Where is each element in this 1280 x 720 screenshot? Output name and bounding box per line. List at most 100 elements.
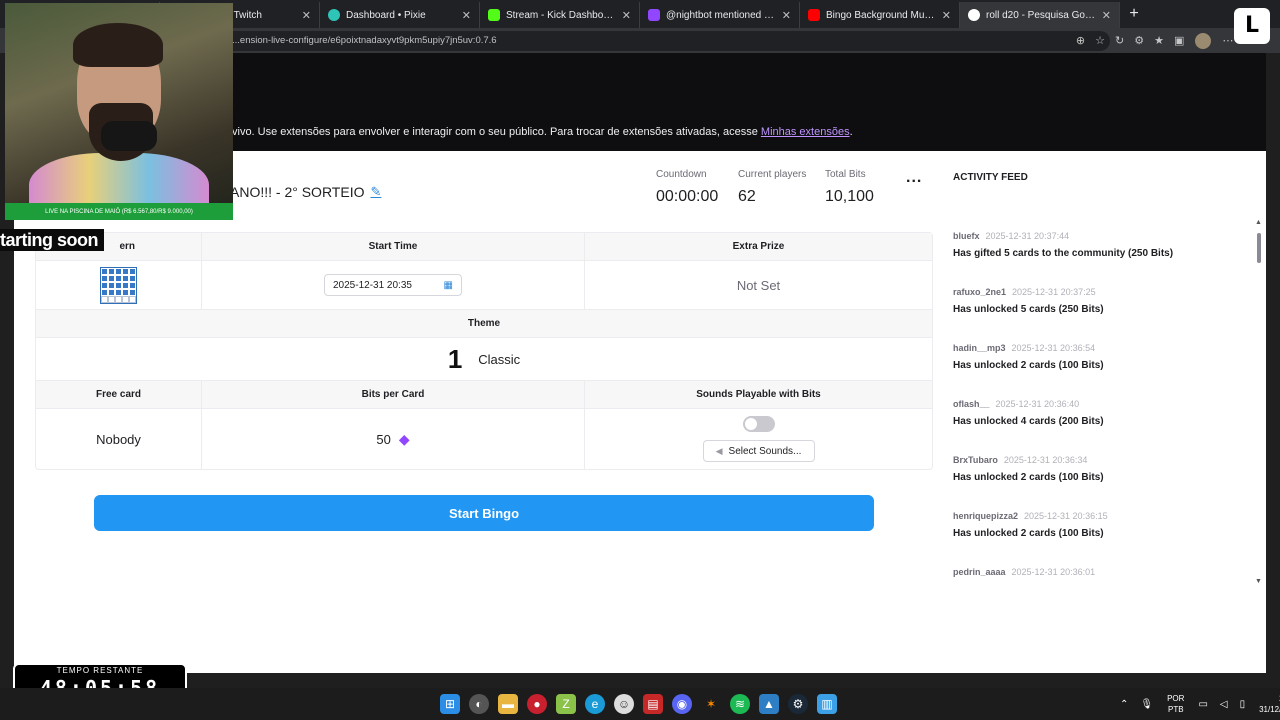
pattern-square[interactable] [122, 274, 129, 282]
network-icon[interactable]: ▭ [1198, 699, 1207, 710]
volume-icon[interactable]: ◁ [1220, 699, 1228, 710]
more-menu-icon[interactable]: ⋯ [1222, 34, 1233, 47]
channel-logo-icon: L [1234, 8, 1270, 44]
pattern-square[interactable] [108, 267, 115, 275]
pattern-square[interactable] [129, 295, 136, 303]
app-red-icon[interactable]: ● [527, 694, 547, 714]
clock[interactable]: 20:37 31/12/2025 [1259, 693, 1280, 715]
new-tab-button[interactable]: + [1120, 2, 1148, 28]
notepad-icon[interactable]: ▥ [817, 694, 837, 714]
refresh-icon[interactable]: ↻ [1115, 34, 1124, 47]
more-options-button[interactable]: ... [906, 169, 922, 187]
lang-bottom: PTB [1167, 705, 1184, 714]
pattern-square[interactable] [101, 267, 108, 275]
bookmark-star-icon[interactable]: ☆ [1095, 34, 1105, 47]
spotify-icon[interactable]: ≋ [730, 694, 750, 714]
profile-avatar[interactable] [1195, 32, 1212, 49]
file-explorer-icon[interactable]: ▬ [498, 694, 518, 714]
theme-cell[interactable]: 1 Classic [36, 338, 932, 380]
pattern-square[interactable] [129, 288, 136, 296]
scroll-down-icon[interactable]: ▼ [1255, 578, 1262, 585]
close-icon[interactable]: ✕ [1102, 9, 1111, 22]
pattern-square[interactable] [115, 281, 122, 289]
pattern-square[interactable] [122, 295, 129, 303]
close-icon[interactable]: ✕ [622, 9, 631, 22]
start-time-input[interactable]: 2025-12-31 20:35 ▦ [324, 274, 462, 296]
my-extensions-link[interactable]: Minhas extensões [761, 126, 850, 138]
pattern-square[interactable] [129, 281, 136, 289]
pattern-square[interactable] [108, 274, 115, 282]
extensions-icon[interactable]: ⚙ [1134, 34, 1144, 47]
close-icon[interactable]: ✕ [942, 9, 951, 22]
start-bingo-button[interactable]: Start Bingo [94, 495, 874, 531]
windows-start-icon[interactable]: ⊞ [440, 694, 460, 714]
scroll-up-icon[interactable]: ▲ [1255, 219, 1262, 226]
table-header-row-2: Free card Bits per Card Sounds Playable … [36, 381, 932, 409]
select-sounds-button[interactable]: ◀ Select Sounds... [702, 440, 815, 462]
close-icon[interactable]: ✕ [462, 9, 471, 22]
close-icon[interactable]: ✕ [782, 9, 791, 22]
sounds-toggle[interactable] [742, 416, 775, 432]
pattern-square[interactable] [115, 288, 122, 296]
pattern-square[interactable] [129, 267, 136, 275]
calendar-icon[interactable]: ▦ [444, 280, 453, 291]
free-card-value: Nobody [96, 431, 141, 447]
feed-time: 2025-12-31 20:37:44 [985, 231, 1070, 241]
browser-tab-nightbot[interactable]: @nightbot mentioned you ✕ [640, 2, 800, 28]
app-orange-icon[interactable]: ✶ [701, 694, 721, 714]
edge-browser-icon[interactable]: e [585, 694, 605, 714]
edit-pencil-icon[interactable]: ✎ [370, 184, 381, 200]
feed-scroll-thumb[interactable] [1257, 233, 1261, 263]
info-text: vivo. Use extensões para envolver e inte… [232, 126, 761, 138]
discord-icon[interactable]: ◉ [672, 694, 692, 714]
webcam-overlay: LIVE NA PISCINA DE MAIÔ (R$ 6.567,80/R$ … [5, 3, 233, 220]
pattern-square[interactable] [115, 274, 122, 282]
free-card-header: Free card [36, 381, 202, 408]
app-face-icon[interactable]: ☺ [614, 694, 634, 714]
pattern-square[interactable] [129, 274, 136, 282]
address-bar[interactable]: ...ension-live-configure/e6poixtnadaxyvt… [220, 30, 1110, 51]
free-card-cell[interactable]: Nobody [36, 409, 202, 469]
tab-title: Dashboard • Pixie [346, 9, 426, 21]
players-value: 62 [738, 188, 756, 205]
browser-tab-kick[interactable]: Stream - Kick Dashboard ✕ [480, 2, 640, 28]
pattern-square[interactable] [101, 281, 108, 289]
close-icon[interactable]: ✕ [302, 9, 311, 22]
extra-prize-cell[interactable]: Not Set [585, 261, 932, 309]
language-indicator[interactable]: POR PTB [1167, 693, 1184, 715]
feed-user: hadin__mp3 [953, 343, 1006, 353]
pattern-square[interactable] [101, 274, 108, 282]
feed-scrollbar[interactable]: ▲ ▼ [1255, 219, 1262, 585]
pattern-square[interactable] [122, 281, 129, 289]
browser-tab-youtube[interactable]: Bingo Background Music for ✕ [800, 2, 960, 28]
zoom-icon[interactable]: ⊕ [1076, 34, 1085, 47]
photos-icon[interactable]: ▲ [759, 694, 779, 714]
pattern-square[interactable] [115, 267, 122, 275]
pattern-square[interactable] [101, 288, 108, 296]
pattern-grid[interactable] [100, 266, 137, 304]
app-news-icon[interactable]: ▤ [643, 694, 663, 714]
pattern-square[interactable] [122, 288, 129, 296]
steam-icon[interactable]: ⚙ [788, 694, 808, 714]
pattern-square[interactable] [108, 281, 115, 289]
widgets-icon[interactable]: ◐ [469, 694, 489, 714]
microphone-tray-icon[interactable]: 🎙 [1140, 699, 1153, 710]
list-item: pedrin_aaaa 2025-12-31 20:36:01 [953, 567, 1253, 583]
app-green-icon[interactable]: Z [556, 694, 576, 714]
pattern-square[interactable] [101, 295, 108, 303]
activity-feed-list[interactable]: bluefx 2025-12-31 20:37:44 Has gifted 5 ca… [953, 231, 1253, 583]
feed-text: Has unlocked 2 cards (100 Bits) [953, 472, 1104, 483]
pattern-cell[interactable] [36, 261, 202, 309]
pattern-square[interactable] [108, 295, 115, 303]
bits-per-card-cell[interactable]: 50 ◆ [202, 409, 585, 469]
game-title-text: ANO!!! - 2° SORTEIO [230, 184, 365, 200]
chevron-up-icon[interactable]: ⌃ [1120, 699, 1128, 710]
browser-tab-pixie[interactable]: Dashboard • Pixie ✕ [320, 2, 480, 28]
pattern-square[interactable] [115, 295, 122, 303]
pattern-square[interactable] [122, 267, 129, 275]
pattern-square[interactable] [108, 288, 115, 296]
browser-tab-google[interactable]: roll d20 - Pesquisa Google ✕ [960, 2, 1120, 28]
collections-icon[interactable]: ▣ [1174, 34, 1184, 47]
favorites-icon[interactable]: ★ [1154, 34, 1164, 47]
battery-icon[interactable]: ▯ [1240, 699, 1246, 710]
